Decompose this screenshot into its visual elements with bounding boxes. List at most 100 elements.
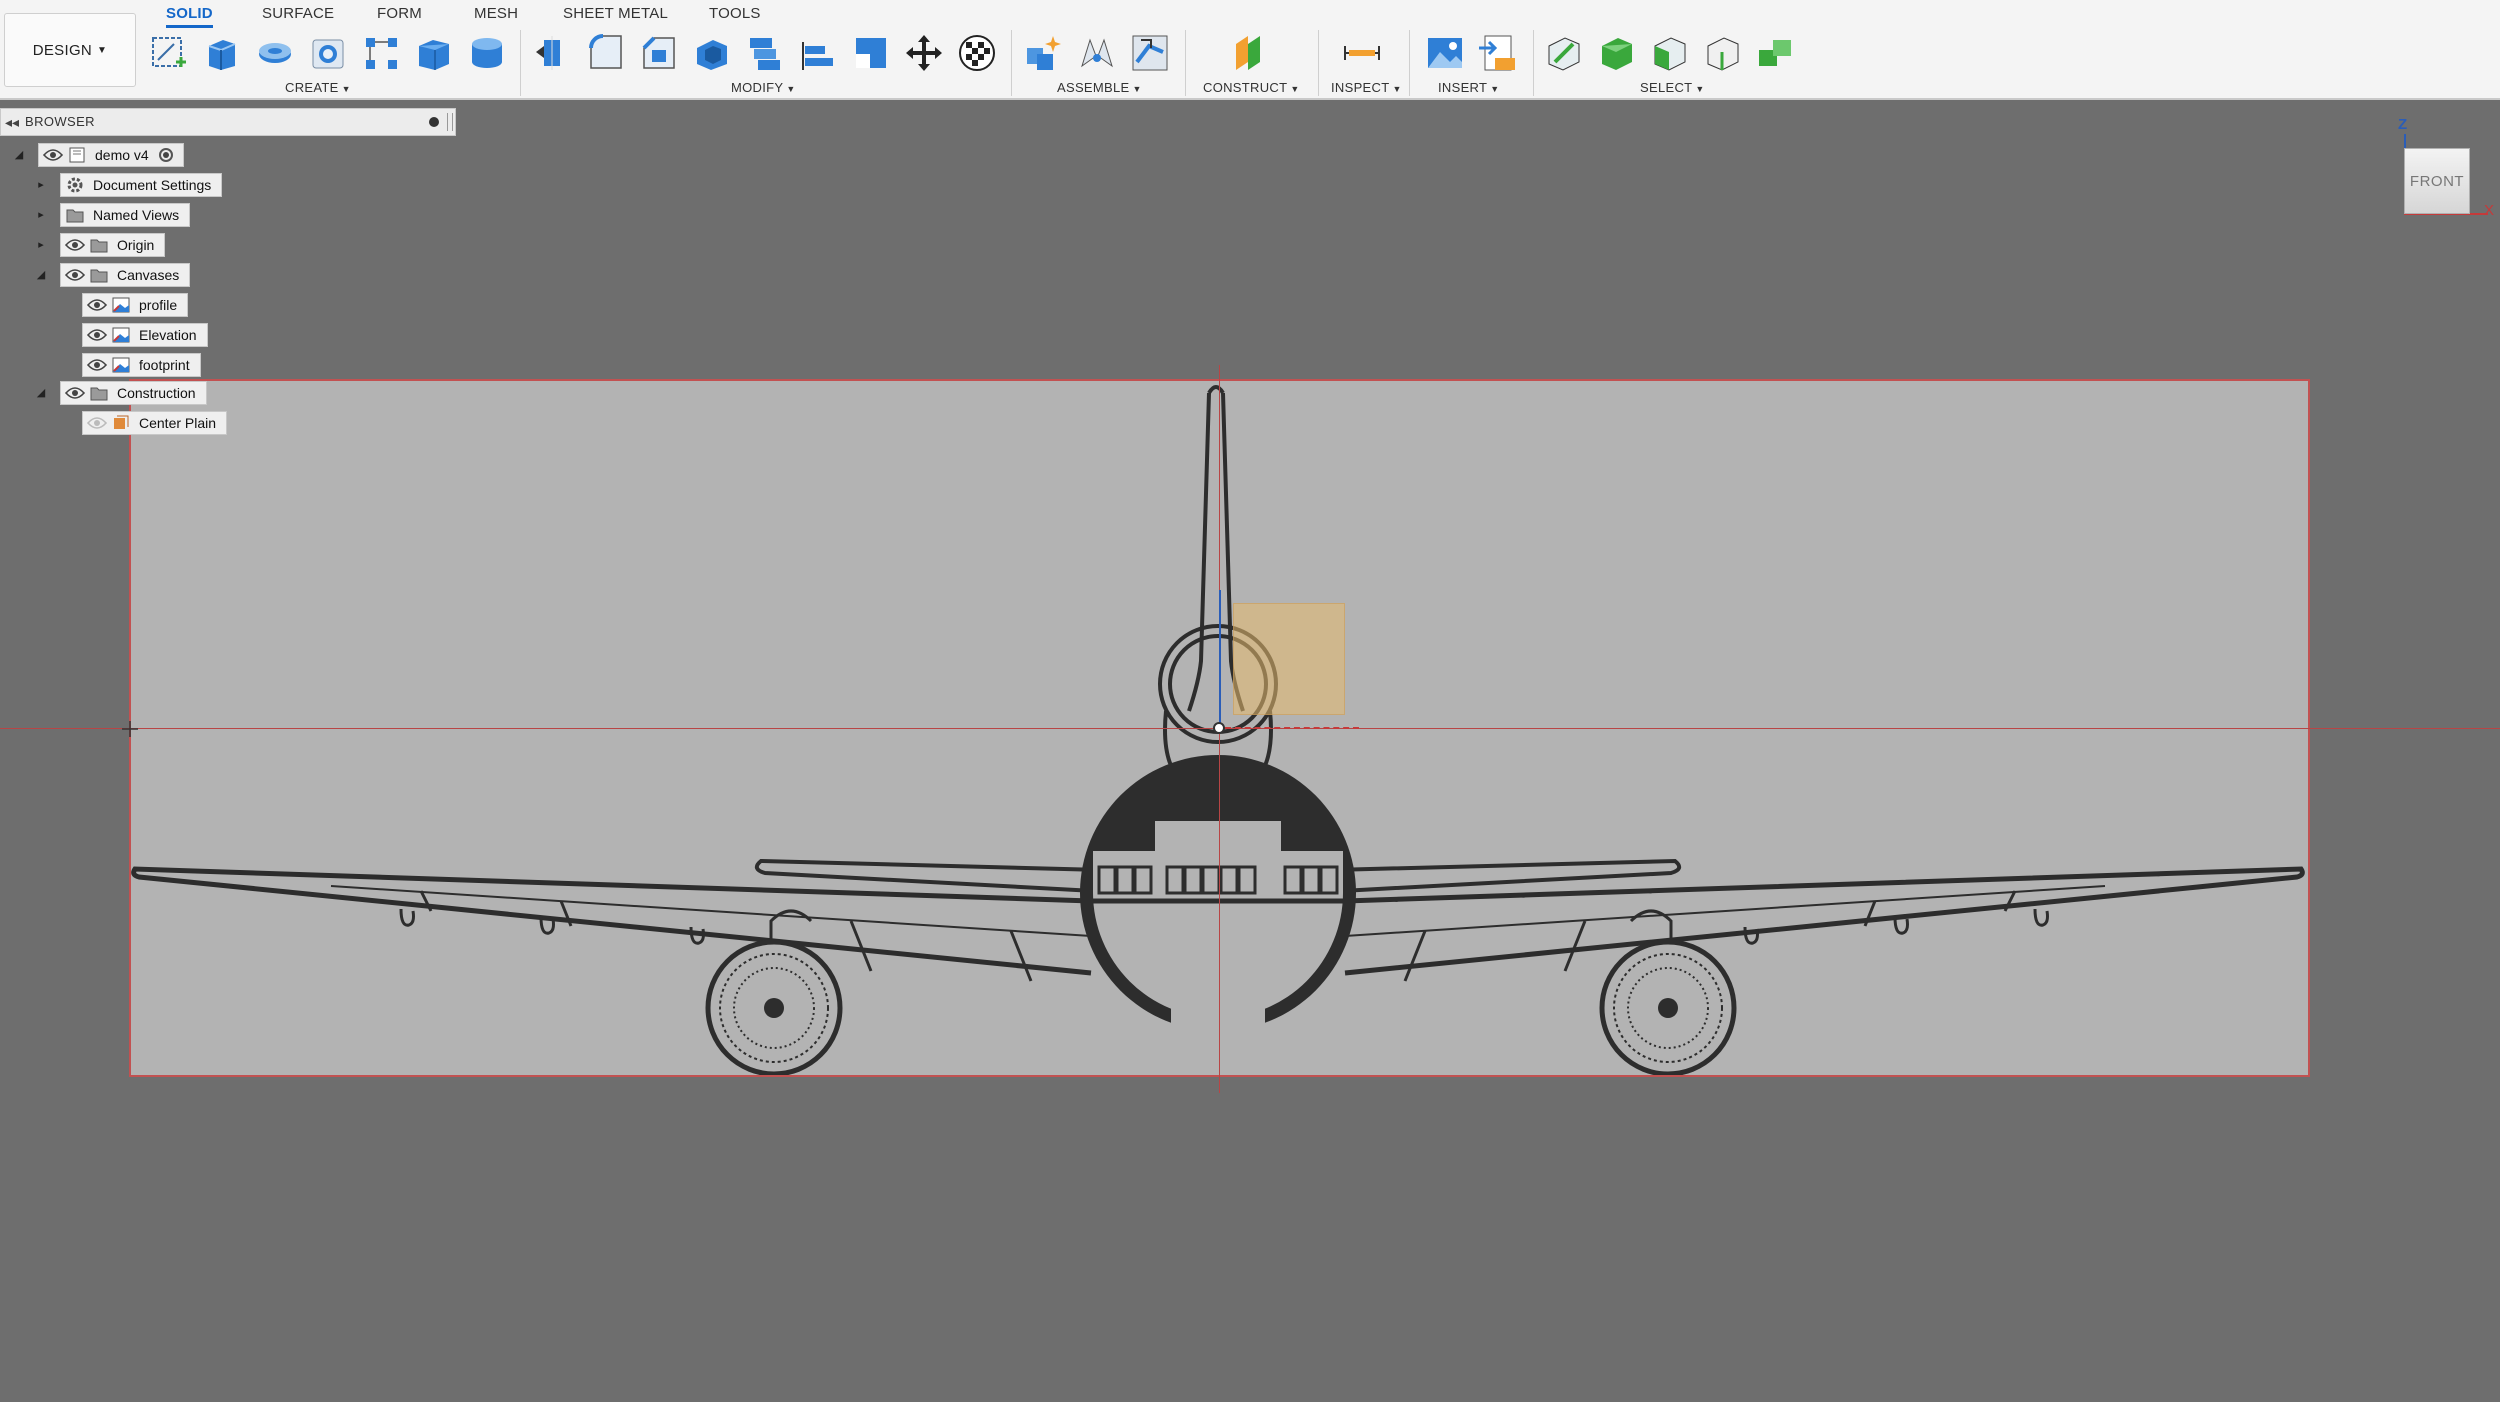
press-pull-icon[interactable]	[532, 32, 574, 74]
expand-toggle-icon[interactable]: ◢	[34, 264, 48, 286]
new-component-assembly-icon[interactable]	[1023, 32, 1065, 74]
browser-chip[interactable]: Document Settings	[60, 173, 223, 197]
tab-surface[interactable]: SURFACE	[262, 3, 334, 25]
combine-icon[interactable]	[744, 32, 786, 74]
browser-root-chip[interactable]: demo v4	[38, 143, 184, 167]
origin-point[interactable]	[1213, 722, 1225, 734]
expand-toggle-icon[interactable]: ◢	[12, 144, 26, 166]
select-face-icon[interactable]	[1649, 32, 1691, 74]
browser-item-footprint[interactable]: footprint	[82, 353, 201, 377]
appearance-icon[interactable]	[956, 32, 998, 74]
browser-item-profile[interactable]: profile	[82, 293, 189, 317]
collapsed-toggle-icon[interactable]: ▸	[34, 234, 48, 256]
browser-item-label: Named Views	[93, 207, 180, 223]
select-edge-icon[interactable]	[1702, 32, 1744, 74]
insert-label: INSERT	[1438, 80, 1488, 95]
as-built-joint-icon[interactable]	[1129, 32, 1171, 74]
revolve-icon[interactable]	[254, 32, 296, 74]
tab-mesh[interactable]: MESH	[474, 3, 518, 25]
collapsed-toggle-icon[interactable]: ▸	[34, 174, 48, 196]
center-plane-construction[interactable]	[1233, 603, 1345, 715]
insert-menu[interactable]: INSERT ▼	[1438, 80, 1499, 95]
browser-chip[interactable]: Canvases	[60, 263, 191, 287]
eye-icon[interactable]	[63, 234, 87, 256]
workspace-switcher-button[interactable]: DESIGN ▼	[4, 13, 136, 87]
offset-plane-icon[interactable]	[1228, 32, 1270, 74]
browser-item-canvases[interactable]: ◢ Canvases	[34, 263, 191, 287]
browser-chip[interactable]: Center Plain	[82, 411, 228, 435]
pattern-icon[interactable]	[360, 32, 402, 74]
browser-item-label: footprint	[139, 357, 190, 373]
move-icon[interactable]	[903, 32, 945, 74]
eye-icon[interactable]	[85, 294, 109, 316]
construct-menu[interactable]: CONSTRUCT ▼	[1203, 80, 1300, 95]
modify-menu[interactable]: MODIFY ▼	[731, 80, 796, 95]
caret-down-icon: ▼	[97, 44, 108, 56]
browser-item-construction[interactable]: ◢ Construction	[34, 381, 207, 405]
select-icon[interactable]	[1543, 32, 1585, 74]
insert-svg-icon[interactable]	[1477, 32, 1519, 74]
browser-chip[interactable]: Elevation	[82, 323, 208, 347]
align-icon[interactable]	[797, 32, 839, 74]
expand-toggle-icon[interactable]: ◢	[34, 382, 48, 404]
create-sketch-icon[interactable]	[148, 32, 190, 74]
eye-icon[interactable]	[63, 264, 87, 286]
gear-icon	[63, 174, 87, 196]
browser-item-origin[interactable]: ▸ Origin	[34, 233, 166, 257]
select-body-icon[interactable]	[1596, 32, 1638, 74]
joint-icon[interactable]	[1076, 32, 1118, 74]
select-menu[interactable]: SELECT ▼	[1640, 80, 1705, 95]
browser-item-label: Construction	[117, 385, 196, 401]
tab-tools[interactable]: TOOLS	[709, 3, 761, 25]
browser-item-document-settings[interactable]: ▸ Document Settings	[34, 173, 223, 197]
create-menu[interactable]: CREATE ▼	[285, 80, 351, 95]
assemble-label: ASSEMBLE	[1057, 80, 1130, 95]
eye-icon[interactable]	[63, 382, 87, 404]
tab-solid[interactable]: SOLID	[166, 3, 213, 28]
resize-grip-icon[interactable]	[447, 113, 453, 131]
browser-item-named-views[interactable]: ▸ Named Views	[34, 203, 191, 227]
radio-icon[interactable]	[158, 148, 173, 162]
scale-icon[interactable]	[850, 32, 892, 74]
chamfer-icon[interactable]	[638, 32, 680, 74]
browser-item-elevation[interactable]: Elevation	[82, 323, 208, 347]
fillet-icon[interactable]	[585, 32, 627, 74]
eye-hidden-icon[interactable]	[85, 412, 109, 434]
eye-icon[interactable]	[85, 354, 109, 376]
eye-icon[interactable]	[41, 144, 65, 166]
folder-icon	[63, 204, 87, 226]
box-icon[interactable]	[413, 32, 455, 74]
browser-chip[interactable]: Construction	[60, 381, 207, 405]
tab-sheet-metal[interactable]: SHEET METAL	[563, 3, 668, 25]
pin-icon[interactable]	[429, 117, 439, 127]
shell-icon[interactable]	[691, 32, 733, 74]
toolbar-divider	[1533, 30, 1534, 96]
eye-icon[interactable]	[85, 324, 109, 346]
collapse-panel-icon[interactable]: ◂◂	[5, 109, 19, 135]
insert-image-icon[interactable]	[1424, 32, 1466, 74]
cylinder-icon[interactable]	[466, 32, 508, 74]
hole-icon[interactable]	[307, 32, 349, 74]
browser-root-row[interactable]: ◢ demo v4	[12, 143, 184, 167]
viewcube-front-face[interactable]: FRONT	[2404, 148, 2470, 214]
collapsed-toggle-icon[interactable]: ▸	[34, 204, 48, 226]
select-component-icon[interactable]	[1755, 32, 1797, 74]
browser-item-label: Canvases	[117, 267, 180, 283]
browser-item-label: Document Settings	[93, 177, 212, 193]
browser-chip[interactable]: Named Views	[60, 203, 191, 227]
tab-form[interactable]: FORM	[377, 3, 422, 25]
browser-item-center-plain[interactable]: Center Plain	[82, 411, 228, 435]
canvas-icon	[109, 324, 133, 346]
view-cube[interactable]: Z FRONT X	[2388, 116, 2500, 226]
browser-chip[interactable]: profile	[82, 293, 189, 317]
assemble-menu[interactable]: ASSEMBLE ▼	[1057, 80, 1142, 95]
extrude-icon[interactable]	[201, 32, 243, 74]
x-axis-positive-line	[1225, 727, 1359, 731]
browser-panel-header: ◂◂ BROWSER	[0, 108, 456, 136]
crosshair-cursor-icon	[122, 721, 138, 737]
document-icon	[65, 144, 89, 166]
browser-chip[interactable]: Origin	[60, 233, 166, 257]
inspect-menu[interactable]: INSPECT ▼	[1331, 80, 1402, 95]
browser-chip[interactable]: footprint	[82, 353, 201, 377]
measure-icon[interactable]	[1341, 32, 1383, 74]
